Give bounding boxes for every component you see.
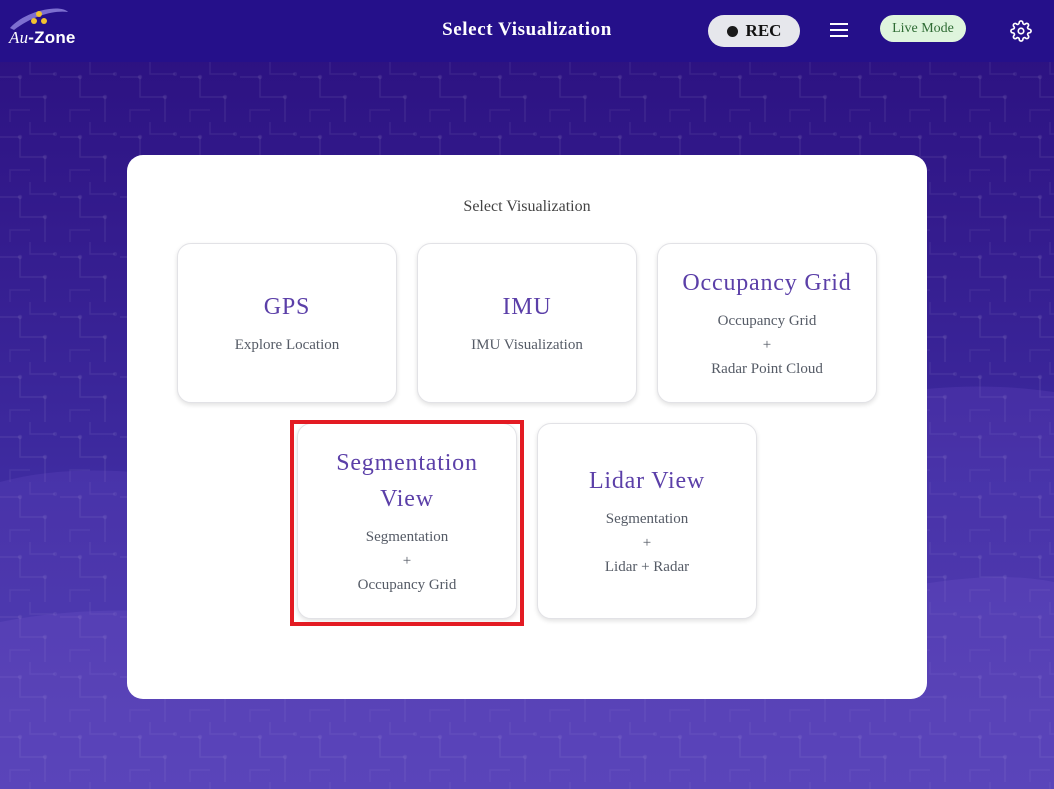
card-title: Segmentation View (336, 450, 478, 512)
live-mode-toggle[interactable]: Live Mode (880, 15, 966, 42)
record-button[interactable]: REC (708, 15, 800, 47)
card-occupancy-grid[interactable]: Occupancy Grid Occupancy Grid + Radar Po… (657, 243, 877, 403)
card-title: Lidar View (588, 468, 706, 494)
card-description: Segmentation + Lidar + Radar (604, 511, 690, 575)
card-segmentation-view[interactable]: Segmentation View Segmentation + Occupan… (297, 423, 517, 619)
record-label: REC (745, 21, 782, 40)
card-title: Occupancy Grid (682, 270, 852, 296)
card-description: Segmentation + Occupancy Grid (357, 529, 457, 593)
card-lidar-view[interactable]: Lidar View Segmentation + Lidar + Radar (537, 423, 757, 619)
panel-title: Select Visualization (463, 198, 591, 215)
gear-icon[interactable] (1010, 20, 1032, 42)
card-description: Explore Location (234, 337, 340, 353)
card-title: GPS (263, 294, 311, 320)
card-description: Occupancy Grid + Radar Point Cloud (711, 313, 823, 377)
card-description: IMU Visualization (471, 337, 583, 353)
card-gps[interactable]: GPS Explore Location (177, 243, 397, 403)
hamburger-menu-icon[interactable] (830, 23, 850, 39)
top-header: Au-Zone Select Visualization REC Live Mo… (0, 0, 1054, 62)
card-imu[interactable]: IMU IMU Visualization (417, 243, 637, 403)
record-dot-icon (726, 25, 738, 37)
card-title: IMU (502, 294, 552, 320)
visualization-panel: Select Visualization (127, 155, 927, 699)
